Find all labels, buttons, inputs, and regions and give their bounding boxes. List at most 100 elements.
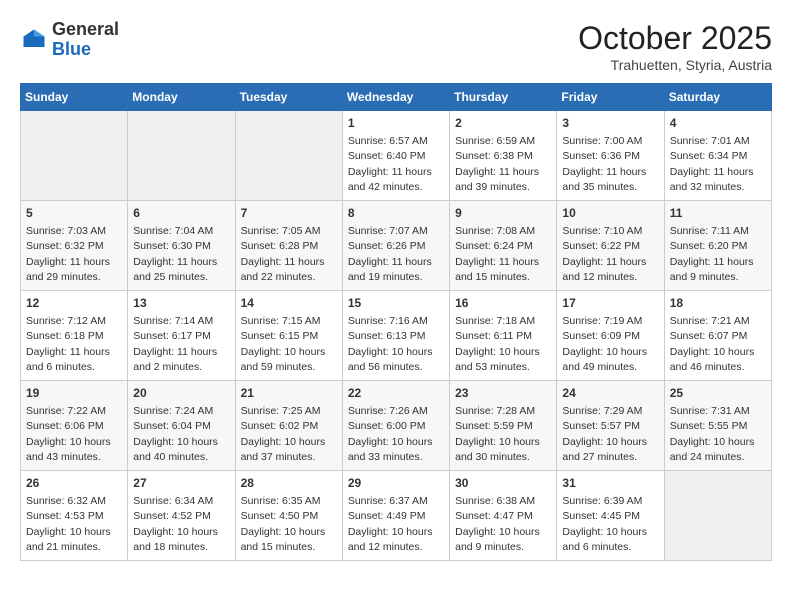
day-number: 3 [562, 115, 658, 132]
day-info: Sunrise: 7:00 AM Sunset: 6:36 PM Dayligh… [562, 135, 649, 193]
day-number: 25 [670, 385, 766, 402]
calendar-cell: 9 Sunrise: 7:08 AM Sunset: 6:24 PM Daylig… [450, 201, 557, 291]
calendar-cell: 24Sunrise: 7:29 AM Sunset: 5:57 PM Dayli… [557, 381, 664, 471]
calendar-cell: 7 Sunrise: 7:05 AM Sunset: 6:28 PM Daylig… [235, 201, 342, 291]
calendar-cell [128, 111, 235, 201]
calendar-cell: 11Sunrise: 7:11 AM Sunset: 6:20 PM Dayli… [664, 201, 771, 291]
day-number: 14 [241, 295, 337, 312]
day-number: 23 [455, 385, 551, 402]
day-info: Sunrise: 7:19 AM Sunset: 6:09 PM Dayligh… [562, 315, 650, 373]
calendar-cell: 12 Sunrise: 7:12 AM Sunset: 6:18 PM Dayli… [21, 291, 128, 381]
calendar-cell: 15 Sunrise: 7:16 AM Sunset: 6:13 PM Dayli… [342, 291, 449, 381]
calendar-week-row: 5Sunrise: 7:03 AM Sunset: 6:32 PM Daylig… [21, 201, 772, 291]
day-number: 28 [241, 475, 337, 492]
day-info: Sunrise: 7:22 AM Sunset: 6:06 PM Dayligh… [26, 405, 114, 463]
calendar-header-row: SundayMondayTuesdayWednesdayThursdayFrid… [21, 84, 772, 111]
day-info: Sunrise: 7:24 AM Sunset: 6:04 PM Dayligh… [133, 405, 221, 463]
day-info: Sunrise: 7:01 AM Sunset: 6:34 PM Dayligh… [670, 135, 757, 193]
day-number: 19 [26, 385, 122, 402]
calendar-week-row: 19 Sunrise: 7:22 AM Sunset: 6:06 PM Dayli… [21, 381, 772, 471]
day-number: 2 [455, 115, 551, 132]
calendar-cell: 3 Sunrise: 7:00 AM Sunset: 6:36 PM Daylig… [557, 111, 664, 201]
title-block: October 2025 Trahuetten, Styria, Austria [578, 20, 772, 73]
calendar-cell: 5Sunrise: 7:03 AM Sunset: 6:32 PM Daylig… [21, 201, 128, 291]
day-number: 27 [133, 475, 229, 492]
day-info: Sunrise: 7:04 AM Sunset: 6:30 PM Dayligh… [133, 225, 220, 283]
calendar-cell: 31 Sunrise: 6:39 AM Sunset: 4:45 PM Dayli… [557, 471, 664, 561]
day-info: Sunrise: 6:57 AM Sunset: 6:40 PM Dayligh… [348, 135, 435, 193]
calendar-cell: 18Sunrise: 7:21 AM Sunset: 6:07 PM Dayli… [664, 291, 771, 381]
day-info: Sunrise: 7:05 AM Sunset: 6:28 PM Dayligh… [241, 225, 328, 283]
day-number: 9 [455, 205, 551, 222]
calendar-table: SundayMondayTuesdayWednesdayThursdayFrid… [20, 83, 772, 561]
day-header-thursday: Thursday [450, 84, 557, 111]
calendar-cell: 14 Sunrise: 7:15 AM Sunset: 6:15 PM Dayli… [235, 291, 342, 381]
day-number: 4 [670, 115, 766, 132]
day-number: 26 [26, 475, 122, 492]
day-number: 16 [455, 295, 551, 312]
day-number: 1 [348, 115, 444, 132]
day-number: 8 [348, 205, 444, 222]
calendar-cell: 25 Sunrise: 7:31 AM Sunset: 5:55 PM Dayli… [664, 381, 771, 471]
day-number: 21 [241, 385, 337, 402]
day-info: Sunrise: 7:03 AM Sunset: 6:32 PM Dayligh… [26, 225, 113, 283]
day-info: Sunrise: 6:38 AM Sunset: 4:47 PM Dayligh… [455, 495, 543, 553]
day-info: Sunrise: 6:37 AM Sunset: 4:49 PM Dayligh… [348, 495, 436, 553]
day-number: 20 [133, 385, 229, 402]
day-info: Sunrise: 7:31 AM Sunset: 5:55 PM Dayligh… [670, 405, 758, 463]
day-number: 6 [133, 205, 229, 222]
calendar-week-row: 26 Sunrise: 6:32 AM Sunset: 4:53 PM Dayli… [21, 471, 772, 561]
calendar-cell: 26 Sunrise: 6:32 AM Sunset: 4:53 PM Dayli… [21, 471, 128, 561]
day-info: Sunrise: 7:18 AM Sunset: 6:11 PM Dayligh… [455, 315, 543, 373]
day-info: Sunrise: 6:59 AM Sunset: 6:38 PM Dayligh… [455, 135, 542, 193]
calendar-cell: 6 Sunrise: 7:04 AM Sunset: 6:30 PM Daylig… [128, 201, 235, 291]
calendar-cell: 4 Sunrise: 7:01 AM Sunset: 6:34 PM Daylig… [664, 111, 771, 201]
day-info: Sunrise: 6:35 AM Sunset: 4:50 PM Dayligh… [241, 495, 329, 553]
day-header-tuesday: Tuesday [235, 84, 342, 111]
day-number: 7 [241, 205, 337, 222]
calendar-cell: 10Sunrise: 7:10 AM Sunset: 6:22 PM Dayli… [557, 201, 664, 291]
day-info: Sunrise: 7:15 AM Sunset: 6:15 PM Dayligh… [241, 315, 329, 373]
calendar-cell: 23Sunrise: 7:28 AM Sunset: 5:59 PM Dayli… [450, 381, 557, 471]
logo-text: General Blue [52, 20, 119, 60]
calendar-cell: 20 Sunrise: 7:24 AM Sunset: 6:04 PM Dayli… [128, 381, 235, 471]
day-number: 17 [562, 295, 658, 312]
day-header-monday: Monday [128, 84, 235, 111]
logo-icon [20, 26, 48, 54]
day-info: Sunrise: 7:26 AM Sunset: 6:00 PM Dayligh… [348, 405, 436, 463]
logo: General Blue [20, 20, 119, 60]
day-info: Sunrise: 6:39 AM Sunset: 4:45 PM Dayligh… [562, 495, 650, 553]
day-info: Sunrise: 7:08 AM Sunset: 6:24 PM Dayligh… [455, 225, 542, 283]
day-info: Sunrise: 7:16 AM Sunset: 6:13 PM Dayligh… [348, 315, 436, 373]
month-title: October 2025 [578, 20, 772, 57]
day-info: Sunrise: 7:07 AM Sunset: 6:26 PM Dayligh… [348, 225, 435, 283]
calendar-cell: 19 Sunrise: 7:22 AM Sunset: 6:06 PM Dayli… [21, 381, 128, 471]
calendar-cell: 13 Sunrise: 7:14 AM Sunset: 6:17 PM Dayli… [128, 291, 235, 381]
day-header-friday: Friday [557, 84, 664, 111]
day-info: Sunrise: 7:14 AM Sunset: 6:17 PM Dayligh… [133, 315, 220, 373]
calendar-cell: 1 Sunrise: 6:57 AM Sunset: 6:40 PM Daylig… [342, 111, 449, 201]
day-number: 13 [133, 295, 229, 312]
calendar-cell: 16 Sunrise: 7:18 AM Sunset: 6:11 PM Dayli… [450, 291, 557, 381]
day-info: Sunrise: 7:29 AM Sunset: 5:57 PM Dayligh… [562, 405, 650, 463]
day-number: 12 [26, 295, 122, 312]
day-info: Sunrise: 7:25 AM Sunset: 6:02 PM Dayligh… [241, 405, 329, 463]
day-info: Sunrise: 7:12 AM Sunset: 6:18 PM Dayligh… [26, 315, 113, 373]
day-header-wednesday: Wednesday [342, 84, 449, 111]
day-info: Sunrise: 7:10 AM Sunset: 6:22 PM Dayligh… [562, 225, 649, 283]
day-header-saturday: Saturday [664, 84, 771, 111]
calendar-cell: 22Sunrise: 7:26 AM Sunset: 6:00 PM Dayli… [342, 381, 449, 471]
day-info: Sunrise: 6:32 AM Sunset: 4:53 PM Dayligh… [26, 495, 114, 553]
day-number: 29 [348, 475, 444, 492]
calendar-week-row: 12 Sunrise: 7:12 AM Sunset: 6:18 PM Dayli… [21, 291, 772, 381]
calendar-cell [235, 111, 342, 201]
calendar-cell: 2 Sunrise: 6:59 AM Sunset: 6:38 PM Daylig… [450, 111, 557, 201]
location-subtitle: Trahuetten, Styria, Austria [578, 57, 772, 73]
day-number: 31 [562, 475, 658, 492]
calendar-cell: 21 Sunrise: 7:25 AM Sunset: 6:02 PM Dayli… [235, 381, 342, 471]
calendar-cell: 8 Sunrise: 7:07 AM Sunset: 6:26 PM Daylig… [342, 201, 449, 291]
calendar-cell [664, 471, 771, 561]
calendar-cell: 29 Sunrise: 6:37 AM Sunset: 4:49 PM Dayli… [342, 471, 449, 561]
day-number: 15 [348, 295, 444, 312]
calendar-cell: 27Sunrise: 6:34 AM Sunset: 4:52 PM Dayli… [128, 471, 235, 561]
